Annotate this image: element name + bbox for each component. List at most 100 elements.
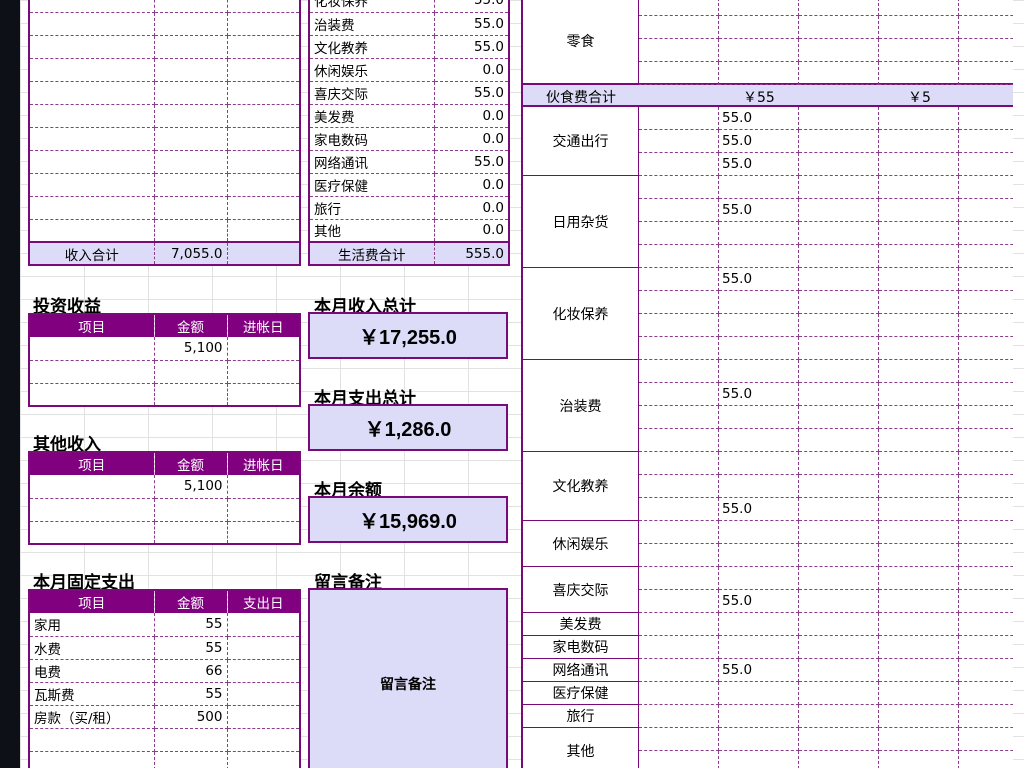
cell-date[interactable] [227, 682, 300, 706]
table-cell[interactable] [154, 0, 228, 13]
detail-cell[interactable] [639, 452, 719, 475]
detail-cell[interactable] [719, 567, 799, 590]
detail-cell[interactable] [639, 567, 719, 590]
expense-value[interactable]: 55.0 [434, 150, 509, 174]
detail-cell[interactable] [639, 62, 719, 85]
detail-cell[interactable] [719, 728, 799, 751]
cell-date[interactable] [227, 636, 300, 660]
detail-cell[interactable]: 55.0 [719, 659, 799, 682]
detail-cell[interactable] [959, 498, 1013, 521]
cell-date[interactable] [227, 337, 300, 361]
detail-cell[interactable] [639, 199, 719, 222]
detail-cell[interactable] [639, 39, 719, 62]
detail-cell[interactable] [959, 705, 1013, 728]
cell-amount[interactable] [154, 383, 228, 407]
cell-amount[interactable]: 55 [154, 682, 228, 706]
detail-cell[interactable] [879, 406, 959, 429]
income-total-box[interactable]: ￥17,255.0 [308, 312, 508, 359]
detail-cell[interactable]: 55.0 [719, 268, 799, 291]
cell-item[interactable]: 房款（买/租） [29, 705, 155, 729]
table-cell[interactable] [29, 173, 155, 197]
cell-date[interactable] [227, 751, 300, 768]
detail-cell[interactable] [959, 728, 1013, 751]
cell-item[interactable] [29, 728, 155, 752]
detail-cell[interactable] [879, 659, 959, 682]
detail-cell[interactable] [879, 498, 959, 521]
detail-cell[interactable] [959, 39, 1013, 62]
detail-cell[interactable] [719, 521, 799, 544]
table-cell[interactable] [154, 58, 228, 82]
detail-cell[interactable] [879, 199, 959, 222]
detail-cell[interactable] [719, 245, 799, 268]
detail-cell[interactable] [959, 613, 1013, 636]
expense-value[interactable]: 55.0 [434, 12, 509, 36]
cell-item[interactable] [29, 521, 155, 545]
detail-cell[interactable] [799, 268, 879, 291]
detail-cell[interactable] [799, 314, 879, 337]
detail-cell[interactable] [799, 0, 879, 16]
detail-cell[interactable] [799, 291, 879, 314]
income-total-value[interactable]: 7,055.0 [154, 241, 228, 265]
detail-cell[interactable] [959, 475, 1013, 498]
cell-date[interactable] [227, 498, 300, 522]
table-cell[interactable] [227, 196, 300, 220]
notes-box[interactable]: 留言备注 [308, 588, 508, 768]
detail-cell[interactable] [959, 751, 1013, 768]
detail-cell[interactable] [639, 705, 719, 728]
detail-cell[interactable] [719, 337, 799, 360]
detail-cell[interactable] [879, 636, 959, 659]
detail-cell[interactable] [639, 245, 719, 268]
detail-cell[interactable] [879, 16, 959, 39]
table-cell[interactable] [227, 81, 300, 105]
expense-value[interactable]: 0.0 [434, 219, 509, 243]
detail-cell[interactable] [959, 0, 1013, 16]
detail-cell[interactable] [879, 452, 959, 475]
detail-cell[interactable] [639, 107, 719, 130]
detail-cell[interactable] [639, 728, 719, 751]
cell-amount[interactable]: 5,100 [154, 337, 228, 361]
table-cell[interactable] [227, 0, 300, 13]
detail-cell[interactable] [879, 475, 959, 498]
cell-date[interactable] [227, 728, 300, 752]
table-cell[interactable] [154, 81, 228, 105]
detail-cell[interactable] [799, 636, 879, 659]
detail-cell[interactable] [719, 62, 799, 85]
detail-cell[interactable] [879, 62, 959, 85]
detail-cell[interactable] [879, 360, 959, 383]
table-cell[interactable] [227, 150, 300, 174]
detail-cell[interactable] [879, 245, 959, 268]
detail-cell[interactable] [959, 521, 1013, 544]
expense-value[interactable]: 0.0 [434, 104, 509, 128]
detail-cell[interactable] [879, 291, 959, 314]
detail-cell[interactable] [639, 590, 719, 613]
cell-item[interactable]: 电费 [29, 659, 155, 683]
detail-cell[interactable] [639, 613, 719, 636]
cell-date[interactable] [227, 705, 300, 729]
detail-cell[interactable] [959, 62, 1013, 85]
detail-cell[interactable] [959, 659, 1013, 682]
detail-cell[interactable] [799, 613, 879, 636]
table-cell[interactable] [227, 104, 300, 128]
cell-item[interactable] [29, 498, 155, 522]
living-total-value[interactable]: 555.0 [434, 241, 509, 265]
detail-cell[interactable] [959, 636, 1013, 659]
detail-cell[interactable] [879, 567, 959, 590]
expense-value[interactable]: 55.0 [434, 0, 509, 13]
detail-cell[interactable] [799, 199, 879, 222]
detail-cell[interactable] [719, 0, 799, 16]
expense-value[interactable]: 0.0 [434, 173, 509, 197]
detail-cell[interactable] [639, 130, 719, 153]
expense-value[interactable]: 55.0 [434, 35, 509, 59]
detail-cell[interactable] [879, 590, 959, 613]
cell-item[interactable]: 瓦斯费 [29, 682, 155, 706]
detail-cell[interactable] [639, 498, 719, 521]
detail-cell[interactable] [639, 153, 719, 176]
detail-cell[interactable] [799, 452, 879, 475]
detail-cell[interactable] [799, 544, 879, 567]
expense-value[interactable]: 55.0 [434, 81, 509, 105]
table-cell[interactable] [154, 35, 228, 59]
detail-cell[interactable] [639, 0, 719, 16]
cell-date[interactable] [227, 659, 300, 683]
cell-amount[interactable]: 66 [154, 659, 228, 683]
detail-cell[interactable] [799, 567, 879, 590]
